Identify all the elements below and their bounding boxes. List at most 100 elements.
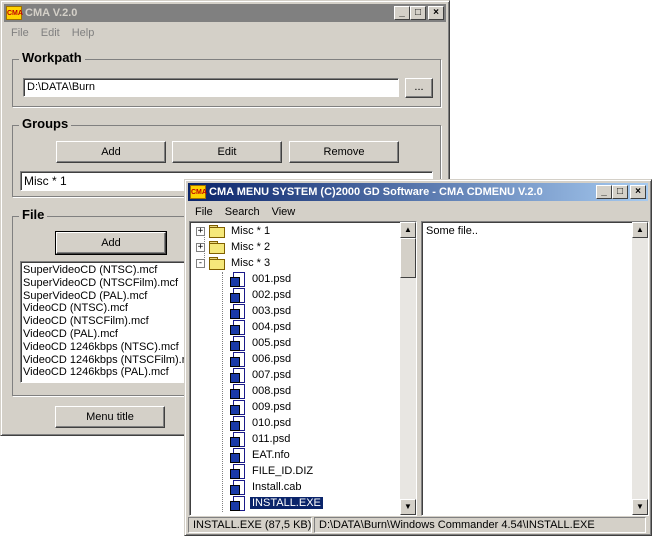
maximize-icon[interactable]: □: [612, 185, 628, 199]
file-icon: [230, 303, 246, 319]
tree-node-label[interactable]: 007.psd: [250, 369, 293, 381]
file-icon: [230, 351, 246, 367]
list-item[interactable]: VideoCD 1246kbps (NTSC).mcf: [23, 341, 187, 354]
file-icon: [230, 383, 246, 399]
list-item[interactable]: VideoCD (NTSC).mcf: [23, 302, 187, 315]
tree-file[interactable]: 004.psd: [230, 319, 293, 335]
tree-node-label[interactable]: Install.cab: [250, 481, 304, 493]
groups-label: Groups: [19, 116, 72, 131]
scroll-thumb[interactable]: [400, 238, 416, 278]
cdmenu-titlebar[interactable]: CMA CMA MENU SYSTEM (C)2000 GD Software …: [188, 183, 648, 201]
tree-node-label[interactable]: 011.psd: [250, 433, 292, 445]
main-menubar: File Edit Help: [5, 24, 100, 42]
tree-file-selected[interactable]: INSTALL.EXE: [230, 495, 324, 511]
tree-node-label[interactable]: 003.psd: [250, 305, 293, 317]
workpath-input[interactable]: D:\DATA\Burn: [23, 78, 399, 97]
cdmenu-logo-icon: CMA: [190, 185, 207, 199]
tree-node-label[interactable]: 001.psd: [250, 273, 293, 285]
browse-button[interactable]: ...: [405, 78, 433, 98]
tree-group-misc-2[interactable]: + Misc * 2: [196, 239, 272, 255]
tree-node-label[interactable]: EAT.nfo: [250, 449, 292, 461]
tree-file[interactable]: 009.psd: [230, 399, 293, 415]
tree-node-label[interactable]: 002.psd: [250, 289, 293, 301]
tree-file[interactable]: 002.psd: [230, 287, 293, 303]
file-icon: [230, 415, 246, 431]
tree-file[interactable]: 005.psd: [230, 335, 293, 351]
tree-node-label[interactable]: Misc * 2: [229, 241, 272, 253]
file-list[interactable]: SuperVideoCD (NTSC).mcf SuperVideoCD (NT…: [20, 261, 190, 383]
preview-text: Some file..: [426, 225, 478, 237]
edit-group-button[interactable]: Edit: [172, 141, 282, 163]
list-item[interactable]: VideoCD 1246kbps (NTSCFilm).m: [23, 354, 189, 367]
menu-view[interactable]: View: [266, 206, 302, 218]
tree-node-label[interactable]: 010.psd: [250, 417, 293, 429]
folder-icon: [209, 241, 225, 254]
list-item[interactable]: VideoCD (NTSCFilm).mcf: [23, 315, 187, 328]
minimize-icon[interactable]: _: [596, 185, 612, 199]
status-file-info: INSTALL.EXE (87,5 KB): [188, 517, 312, 533]
tree-group-misc-3[interactable]: - Misc * 3: [196, 255, 272, 271]
list-item[interactable]: SuperVideoCD (NTSC).mcf: [23, 264, 187, 277]
tree-node-label[interactable]: 008.psd: [250, 385, 293, 397]
menu-file[interactable]: File: [5, 27, 35, 39]
tree-file[interactable]: 010.psd: [230, 415, 293, 431]
maximize-icon[interactable]: □: [410, 6, 426, 20]
tree-file[interactable]: 008.psd: [230, 383, 293, 399]
main-window-title: CMA V.2.0: [25, 7, 78, 19]
open-folder-icon: [209, 257, 225, 270]
tree-file[interactable]: Install.cab: [230, 479, 304, 495]
file-icon: [230, 399, 246, 415]
tree-node-label[interactable]: Misc * 1: [229, 225, 272, 237]
expand-icon[interactable]: +: [196, 226, 205, 236]
tree-file[interactable]: FILE_ID.DIZ: [230, 463, 315, 479]
menu-title-button[interactable]: Menu title: [55, 406, 165, 428]
list-item[interactable]: VideoCD 1246kbps (PAL).mcf: [23, 366, 187, 379]
tree-node-label[interactable]: 005.psd: [250, 337, 293, 349]
remove-group-button[interactable]: Remove: [289, 141, 399, 163]
list-item[interactable]: SuperVideoCD (NTSCFilm).mcf: [23, 277, 187, 290]
tree-file[interactable]: 006.psd: [230, 351, 293, 367]
file-icon: [230, 479, 246, 495]
tree-file[interactable]: EAT.nfo: [230, 447, 292, 463]
status-bar: INSTALL.EXE (87,5 KB) D:\DATA\Burn\Windo…: [188, 517, 648, 533]
add-group-button[interactable]: Add: [56, 141, 166, 163]
preview-scrollbar[interactable]: ▲ ▼: [632, 222, 648, 515]
tree-node-label[interactable]: Misc * 3: [229, 257, 272, 269]
workpath-label: Workpath: [19, 50, 85, 65]
tree-node-label[interactable]: INSTALL.EXE: [249, 496, 324, 510]
file-icon: [230, 431, 246, 447]
status-path: D:\DATA\Burn\Windows Commander 4.54\INST…: [314, 517, 646, 533]
tree-file[interactable]: 001.psd: [230, 271, 293, 287]
folder-icon: [209, 225, 225, 238]
tree-file[interactable]: 007.psd: [230, 367, 293, 383]
file-icon: [230, 319, 246, 335]
minimize-icon[interactable]: _: [394, 6, 410, 20]
scroll-up-icon[interactable]: ▲: [400, 222, 416, 238]
expand-icon[interactable]: +: [196, 242, 205, 252]
tree-view[interactable]: + Misc * 1 + Misc * 2 - Misc * 3 001.psd…: [189, 221, 417, 516]
tree-node-label[interactable]: FILE_ID.DIZ: [250, 465, 315, 477]
menu-edit[interactable]: Edit: [35, 27, 66, 39]
list-item[interactable]: SuperVideoCD (PAL).mcf: [23, 290, 187, 303]
cdmenu-menubar: File Search View: [189, 203, 301, 221]
menu-search[interactable]: Search: [219, 206, 266, 218]
close-icon[interactable]: ×: [630, 185, 646, 199]
preview-pane[interactable]: Some file.. ▲ ▼: [421, 221, 649, 516]
scroll-down-icon[interactable]: ▼: [400, 499, 416, 515]
list-item[interactable]: VideoCD (PAL).mcf: [23, 328, 187, 341]
tree-node-label[interactable]: 009.psd: [250, 401, 293, 413]
main-titlebar[interactable]: CMA CMA V.2.0 _ □ ×: [4, 4, 446, 22]
close-icon[interactable]: ×: [428, 6, 444, 20]
tree-node-label[interactable]: 006.psd: [250, 353, 293, 365]
scroll-down-icon[interactable]: ▼: [632, 499, 648, 515]
scroll-up-icon[interactable]: ▲: [632, 222, 648, 238]
add-file-button[interactable]: Add: [55, 231, 167, 255]
tree-file[interactable]: 011.psd: [230, 431, 292, 447]
menu-file[interactable]: File: [189, 206, 219, 218]
tree-node-label[interactable]: 004.psd: [250, 321, 293, 333]
menu-help[interactable]: Help: [66, 27, 101, 39]
tree-scrollbar[interactable]: ▲ ▼: [400, 222, 416, 515]
tree-group-misc-1[interactable]: + Misc * 1: [196, 223, 272, 239]
tree-file[interactable]: 003.psd: [230, 303, 293, 319]
collapse-icon[interactable]: -: [196, 258, 205, 268]
